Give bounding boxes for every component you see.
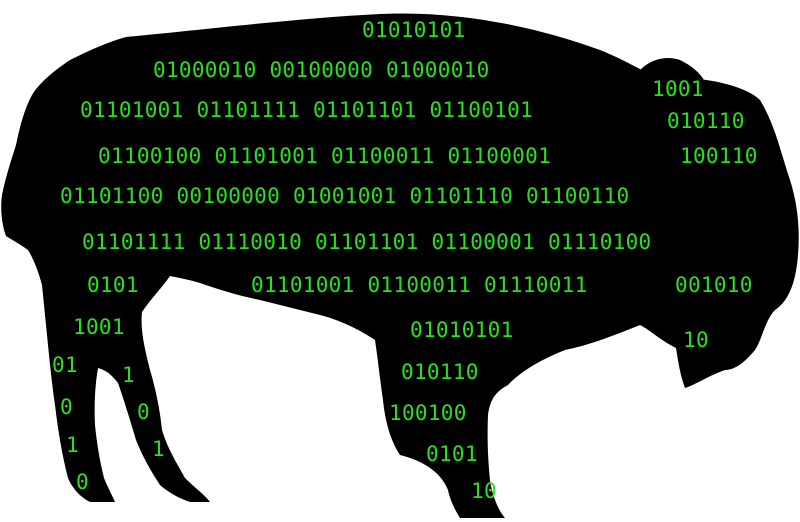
binary-line: 100110 <box>680 144 758 168</box>
binary-line: 01100100 01101001 01100011 01100001 <box>98 144 551 168</box>
binary-line: 01101111 01110010 01101101 01100001 0111… <box>82 230 652 254</box>
binary-line: 1 <box>152 437 165 461</box>
binary-line: 01 <box>52 353 78 377</box>
binary-line: 0101 <box>87 273 139 297</box>
binary-line: 1 <box>66 433 79 457</box>
binary-line: 01010101 <box>410 318 514 342</box>
binary-line: 100100 <box>389 401 467 425</box>
binary-line: 0 <box>76 470 89 494</box>
binary-line: 01000010 00100000 01000010 <box>153 58 490 82</box>
binary-line: 01101100 00100000 01001001 01101110 0110… <box>60 184 630 208</box>
binary-line: 010110 <box>667 109 745 133</box>
binary-line: 001010 <box>675 273 753 297</box>
binary-line: 10 <box>683 328 709 352</box>
bison-svg: 01010101 01000010 00100000 01000010 1001… <box>1 13 799 518</box>
binary-line: 01101001 01101111 01101101 01100101 <box>80 98 533 122</box>
binary-line: 010110 <box>401 360 479 384</box>
binary-line: 0 <box>60 395 73 419</box>
binary-line: 1001 <box>73 315 125 339</box>
binary-line: 1001 <box>652 77 704 101</box>
bison-figure: 01010101 01000010 00100000 01000010 1001… <box>0 0 800 522</box>
binary-line: 1 <box>122 363 135 387</box>
binary-line: 01010101 <box>362 18 466 42</box>
binary-line: 10 <box>471 479 497 503</box>
binary-line: 0101 <box>426 442 478 466</box>
binary-line: 01101001 01100011 01110011 <box>251 273 588 297</box>
binary-line: 0 <box>137 400 150 424</box>
